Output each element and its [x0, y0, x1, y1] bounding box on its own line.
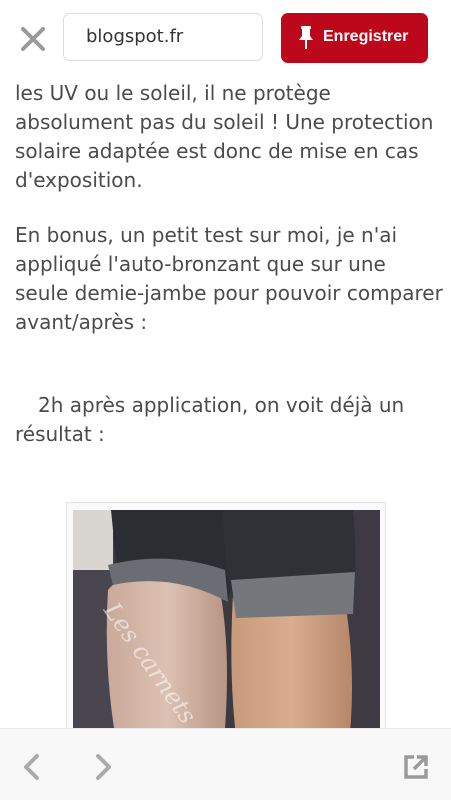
url-field[interactable]: blogspot.fr	[63, 13, 263, 61]
close-icon	[21, 27, 45, 51]
paragraph-sun-protection: les UV ou le soleil, il ne protège absol…	[15, 81, 434, 192]
back-button[interactable]	[20, 753, 44, 781]
paragraph-bonus-test: En bonus, un petit test sur moi, je n'ai…	[15, 223, 443, 334]
open-external-icon	[404, 755, 428, 779]
open-external-button[interactable]	[402, 753, 430, 781]
chevron-left-icon	[24, 754, 39, 780]
pin-icon	[298, 26, 314, 55]
url-text: blogspot.fr	[86, 26, 184, 47]
save-button-label: Enregistrer	[323, 28, 409, 45]
legs-photo-frame: Les carnets	[66, 502, 386, 753]
chevron-right-icon	[96, 754, 111, 780]
bottom-toolbar	[0, 728, 451, 800]
paragraph-result: 2h après application, on voit déjà un ré…	[15, 393, 405, 446]
close-button[interactable]	[20, 26, 46, 52]
save-button[interactable]: Enregistrer	[281, 13, 428, 63]
forward-button[interactable]	[91, 753, 115, 781]
legs-photo[interactable]: Les carnets	[73, 510, 380, 753]
top-bar: blogspot.fr Enregistrer	[0, 0, 451, 76]
